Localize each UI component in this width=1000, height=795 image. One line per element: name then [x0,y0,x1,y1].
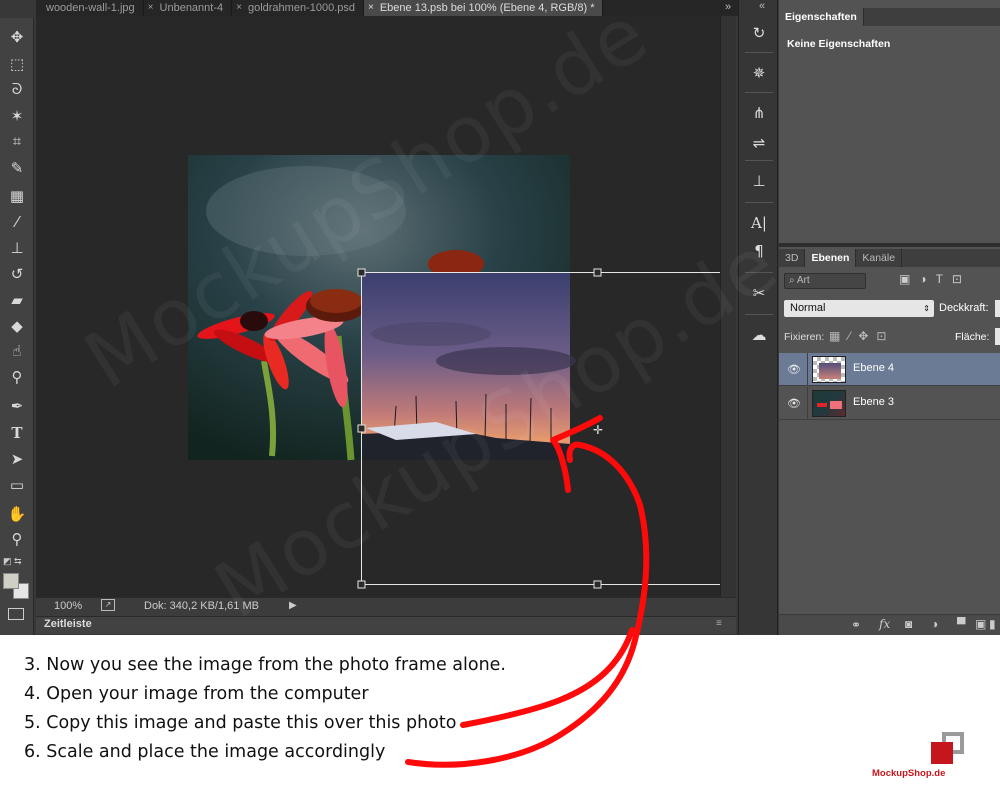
red-arrow-annotation [405,415,650,768]
foreground-color-swatch[interactable] [3,573,19,589]
